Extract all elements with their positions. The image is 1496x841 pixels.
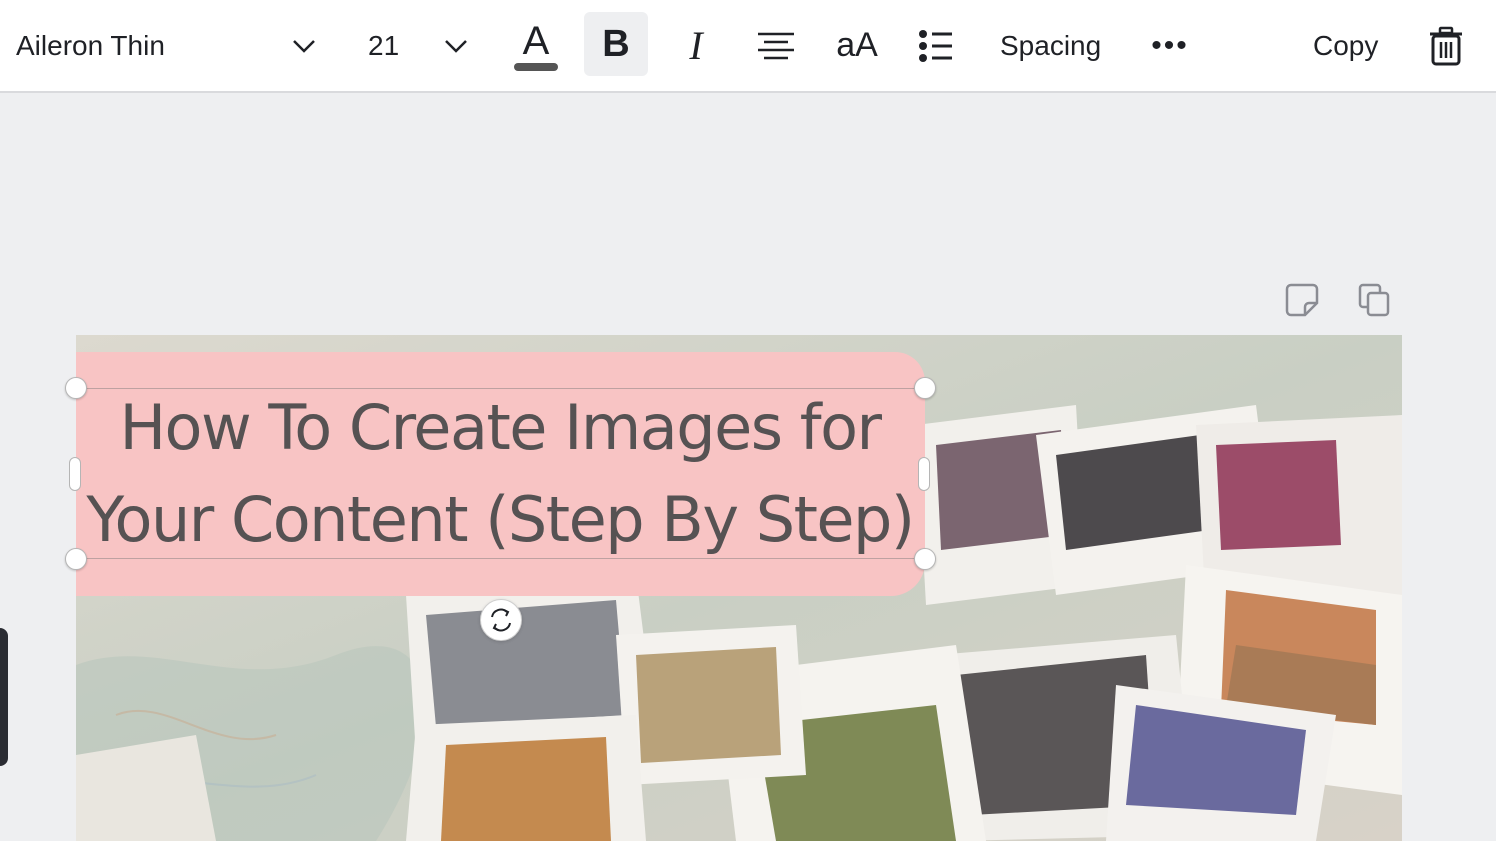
headline-line-1: How To Create Images for: [119, 390, 882, 464]
font-family-selector[interactable]: Aileron Thin: [16, 0, 165, 91]
headline-line-2: Your Content (Step By Step): [86, 482, 915, 556]
text-color-swatch: [514, 62, 558, 71]
text-color-button[interactable]: A: [508, 0, 564, 91]
editor-toolbar: Aileron Thin 21 A B I aA Spacing ••• Cop…: [0, 0, 1496, 93]
rotate-icon[interactable]: [480, 599, 522, 641]
trash-icon[interactable]: [1424, 0, 1468, 91]
duplicate-icon[interactable]: [1356, 282, 1392, 318]
bulleted-list-icon[interactable]: [914, 0, 958, 91]
note-icon[interactable]: [1284, 282, 1320, 318]
copy-button[interactable]: Copy: [1313, 0, 1378, 91]
italic-button[interactable]: I: [672, 0, 720, 91]
headline-text-box[interactable]: How To Create Images for Your Content (S…: [76, 388, 924, 559]
resize-handle-top-right[interactable]: [914, 377, 936, 399]
chevron-down-icon[interactable]: [286, 0, 322, 91]
resize-handle-top-left[interactable]: [65, 377, 87, 399]
text-color-letter: A: [522, 18, 550, 63]
spacing-button[interactable]: Spacing: [1000, 0, 1101, 91]
more-options-button[interactable]: •••: [1148, 0, 1192, 91]
resize-handle-left[interactable]: [69, 457, 81, 491]
align-center-icon[interactable]: [754, 0, 798, 91]
side-panel-tab[interactable]: [0, 628, 8, 766]
font-size-input[interactable]: 21: [368, 0, 399, 91]
letter-case-button[interactable]: aA: [832, 0, 882, 91]
resize-handle-bottom-right[interactable]: [914, 548, 936, 570]
resize-handle-right[interactable]: [918, 457, 930, 491]
chevron-down-icon[interactable]: [438, 0, 474, 91]
resize-handle-bottom-left[interactable]: [65, 548, 87, 570]
bold-button[interactable]: B: [584, 12, 648, 76]
